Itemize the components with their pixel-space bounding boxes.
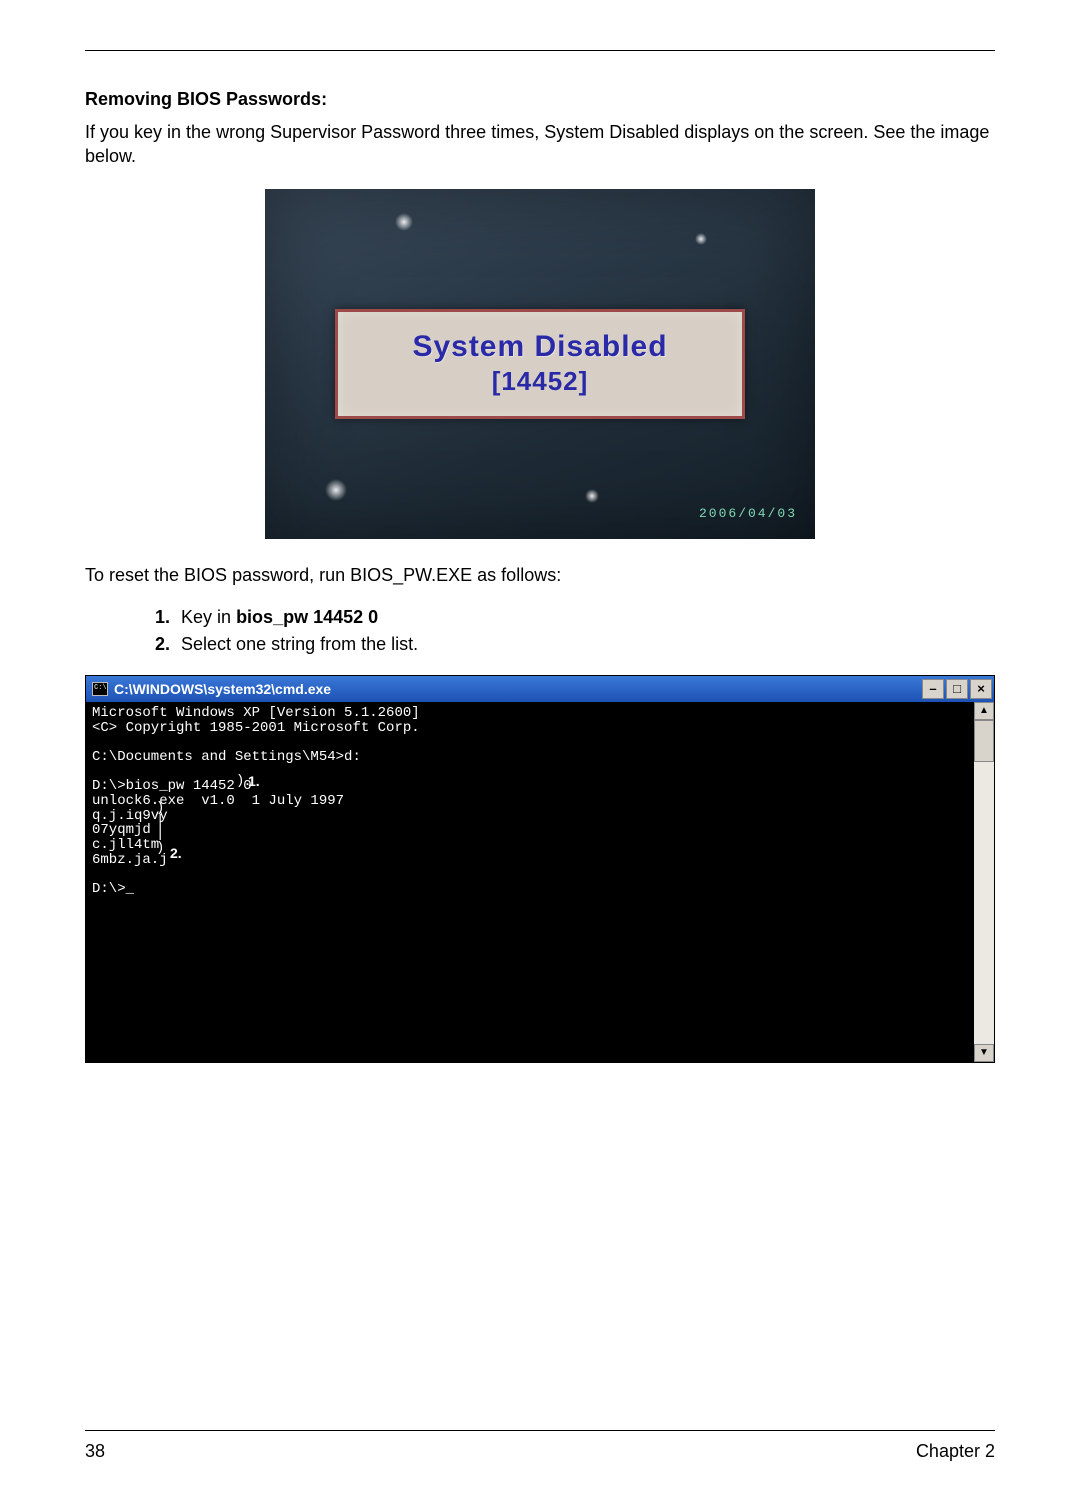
scroll-up-icon[interactable]: ▲ [974, 702, 994, 720]
bios-date: 2006/04/03 [699, 506, 797, 521]
cmd-output[interactable]: Microsoft Windows XP [Version 5.1.2600] … [86, 702, 974, 1062]
cmd-line: D:\>bios_pw 14452 0 [92, 778, 252, 794]
bios-message-box: System Disabled [14452] [335, 309, 745, 419]
scroll-thumb[interactable] [974, 720, 994, 762]
cmd-line: D:\>_ [92, 881, 134, 897]
cmd-line: Microsoft Windows XP [Version 5.1.2600] [92, 705, 420, 721]
section-heading: Removing BIOS Passwords: [85, 89, 995, 110]
cmd-window: C:\WINDOWS\system32\cmd.exe – □ × Micros… [85, 675, 995, 1063]
annotation-1: 1. [248, 774, 260, 789]
bios-disabled-photo: System Disabled [14452] 2006/04/03 [265, 189, 815, 539]
cmd-line: c.jll4tm [92, 837, 159, 853]
cmd-line: unlock6.exe v1.0 1 July 1997 [92, 793, 344, 809]
cmd-line: C:\Documents and Settings\M54>d: [92, 749, 361, 765]
maximize-button[interactable]: □ [946, 679, 968, 699]
reset-instruction: To reset the BIOS password, run BIOS_PW.… [85, 563, 995, 587]
scroll-down-icon[interactable]: ▼ [974, 1044, 994, 1062]
cmd-line: <C> Copyright 1985-2001 Microsoft Corp. [92, 720, 420, 736]
steps-list: 1. Key in bios_pw 14452 0 2. Select one … [155, 607, 995, 655]
step-bold: bios_pw 14452 0 [236, 607, 378, 627]
bios-code: [14452] [492, 366, 589, 397]
chapter-label: Chapter 2 [916, 1441, 995, 1462]
cmd-titlebar[interactable]: C:\WINDOWS\system32\cmd.exe – □ × [86, 676, 994, 702]
step-2: 2. Select one string from the list. [155, 634, 995, 655]
scroll-track[interactable] [974, 762, 994, 1044]
cmd-title-text: C:\WINDOWS\system32\cmd.exe [114, 681, 922, 697]
annotation-bracket-1: ) [236, 774, 244, 789]
step-text: Select one string from the list. [181, 634, 418, 654]
cmd-icon [92, 682, 108, 696]
annotation-2: 2. [170, 846, 182, 861]
close-button[interactable]: × [970, 679, 992, 699]
step-num: 2. [155, 634, 170, 654]
step-1: 1. Key in bios_pw 14452 0 [155, 607, 995, 628]
cmd-line: 07yqmjd [92, 822, 151, 838]
annotation-bracket-2: )||) [156, 802, 164, 855]
step-text: Key in [181, 607, 236, 627]
cmd-scrollbar[interactable]: ▲ ▼ [974, 702, 994, 1062]
step-num: 1. [155, 607, 170, 627]
page-number: 38 [85, 1441, 105, 1462]
bios-title: System Disabled [412, 330, 667, 364]
intro-paragraph: If you key in the wrong Supervisor Passw… [85, 120, 995, 169]
minimize-button[interactable]: – [922, 679, 944, 699]
